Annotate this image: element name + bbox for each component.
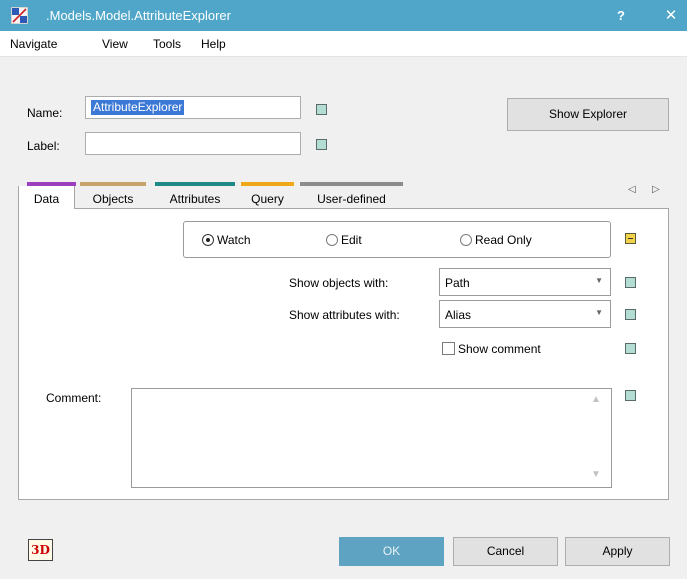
name-label: Name: [27, 106, 63, 120]
show-comment-checkbox[interactable] [442, 342, 455, 355]
radio-read-only-label: Read Only [475, 233, 532, 247]
ok-button[interactable]: OK [339, 537, 444, 566]
menu-view[interactable]: View [102, 37, 128, 51]
comment-textarea[interactable] [131, 388, 612, 488]
scroll-down-icon[interactable]: ▼ [591, 469, 601, 480]
mode-indicator[interactable] [625, 233, 636, 244]
radio-read-only-dot [460, 234, 472, 246]
close-button[interactable]: ✕ [656, 0, 686, 31]
name-indicator[interactable] [316, 104, 327, 115]
3d-icon[interactable]: 3D [28, 539, 53, 561]
radio-read-only[interactable]: Read Only [460, 233, 532, 247]
show-objects-value: Path [445, 276, 470, 290]
tab-user-defined-color [300, 182, 403, 186]
menu-help[interactable]: Help [201, 37, 226, 51]
tab-query-color [241, 182, 294, 186]
scroll-up-icon[interactable]: ▲ [591, 394, 601, 405]
comment-indicator[interactable] [625, 390, 636, 401]
show-comment-label: Show comment [458, 342, 541, 356]
tab-objects-color [80, 182, 146, 186]
title-bar: .Models.Model.AttributeExplorer ? ✕ [0, 0, 687, 31]
show-objects-indicator[interactable] [625, 277, 636, 288]
show-objects-label: Show objects with: [289, 276, 389, 290]
radio-edit[interactable]: Edit [326, 233, 362, 247]
radio-watch[interactable]: Watch [202, 233, 251, 247]
show-explorer-button[interactable]: Show Explorer [507, 98, 669, 131]
show-attributes-label: Show attributes with: [289, 308, 400, 322]
chevron-down-icon: ▼ [595, 276, 603, 285]
help-button[interactable]: ? [606, 0, 636, 31]
radio-edit-label: Edit [341, 233, 362, 247]
menu-bar: Navigate View Tools Help [0, 31, 687, 57]
cancel-button[interactable]: Cancel [453, 537, 558, 566]
tab-next-arrow-icon[interactable]: ▷ [652, 184, 660, 195]
tab-attributes[interactable]: Attributes [155, 189, 235, 209]
show-attributes-value: Alias [445, 308, 472, 322]
apply-button[interactable]: Apply [565, 537, 670, 566]
name-input-value: AttributeExplorer [91, 100, 185, 115]
tab-user-defined[interactable]: User-defined [300, 189, 403, 209]
menu-tools[interactable]: Tools [153, 37, 181, 51]
label-label: Label: [27, 139, 60, 153]
tab-query[interactable]: Query [241, 189, 294, 209]
name-input[interactable]: AttributeExplorer [85, 96, 301, 119]
tab-objects[interactable]: Objects [80, 189, 146, 209]
label-input[interactable] [85, 132, 301, 155]
label-indicator[interactable] [316, 139, 327, 150]
show-attributes-indicator[interactable] [625, 309, 636, 320]
radio-watch-dot [202, 234, 214, 246]
comment-label: Comment: [46, 391, 102, 405]
show-objects-select[interactable]: Path ▼ [439, 268, 611, 296]
tab-prev-arrow-icon[interactable]: ◁ [628, 184, 636, 195]
tab-data[interactable]: Data [18, 186, 75, 209]
chevron-down-icon: ▼ [595, 308, 603, 317]
app-icon [11, 7, 28, 24]
show-comment-indicator[interactable] [625, 343, 636, 354]
show-attributes-select[interactable]: Alias ▼ [439, 300, 611, 328]
tab-attributes-color [155, 182, 235, 186]
window-title: .Models.Model.AttributeExplorer [46, 8, 231, 23]
menu-navigate[interactable]: Navigate [10, 37, 57, 51]
radio-watch-label: Watch [217, 233, 251, 247]
radio-edit-dot [326, 234, 338, 246]
